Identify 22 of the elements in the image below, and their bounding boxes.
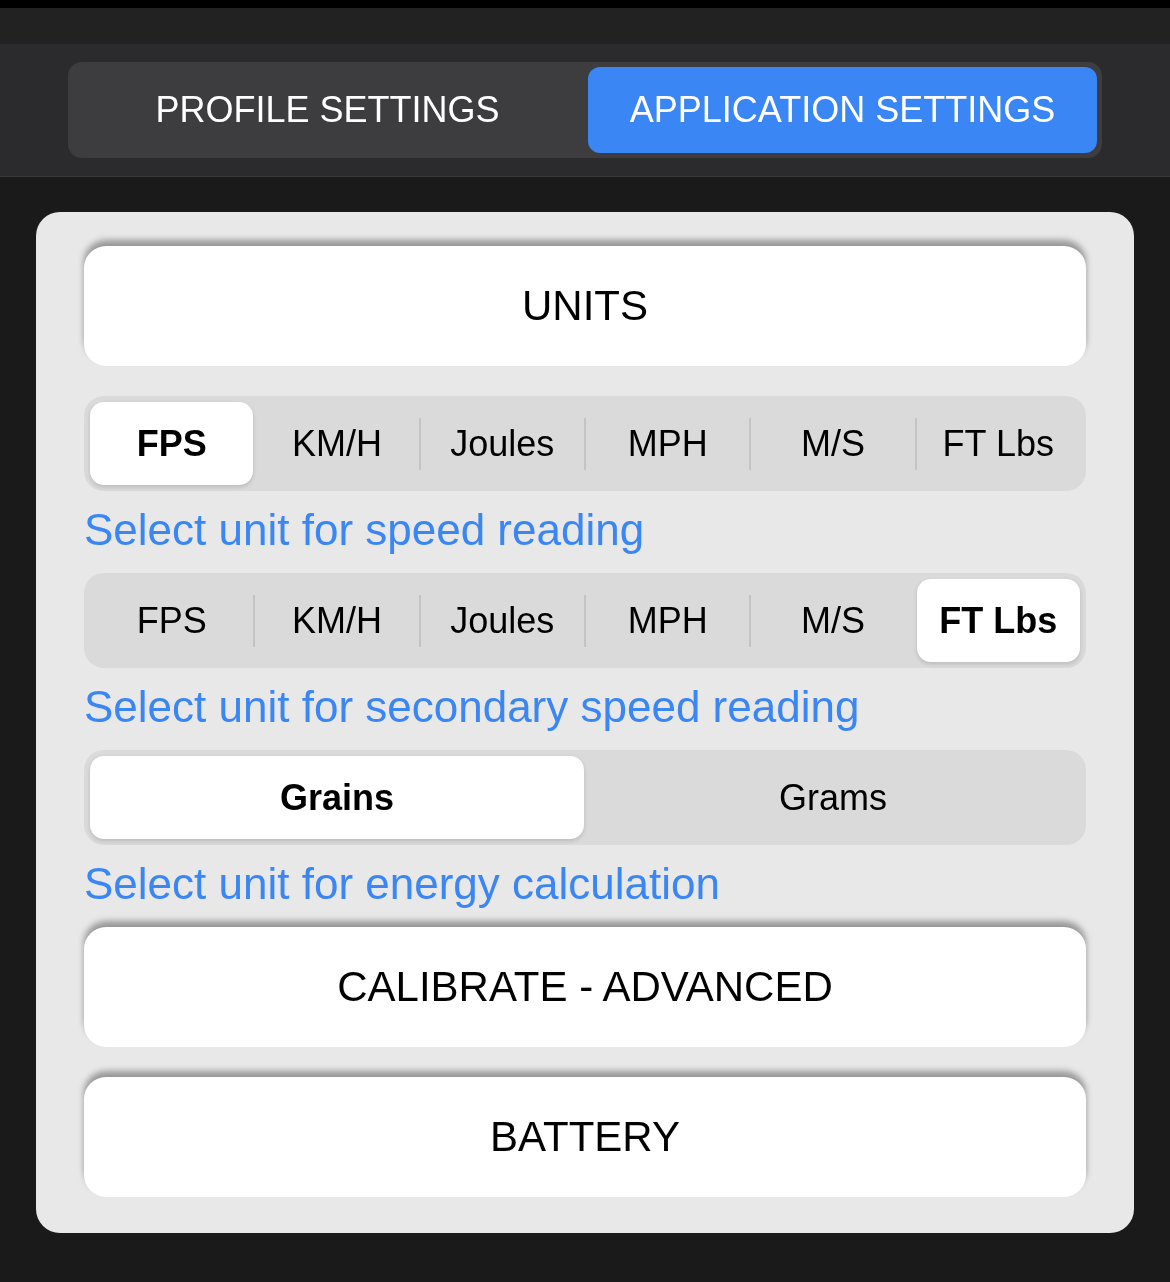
settings-tab[interactable]: PROFILE SETTINGS xyxy=(73,67,582,153)
segment-option[interactable]: FT Lbs xyxy=(916,579,1080,662)
segment-option[interactable]: KM/H xyxy=(255,579,419,662)
menu-button[interactable]: CALIBRATE - ADVANCED xyxy=(84,927,1086,1047)
segment-option[interactable]: Grams xyxy=(586,756,1080,839)
segment-option[interactable]: FT Lbs xyxy=(916,402,1080,485)
segment-option[interactable]: Grains xyxy=(90,756,584,839)
menu-button[interactable]: UNITS xyxy=(84,246,1086,366)
segment-option[interactable]: MPH xyxy=(586,402,750,485)
hint-text: Select unit for secondary speed reading xyxy=(84,682,861,732)
settings-tab[interactable]: APPLICATION SETTINGS xyxy=(588,67,1097,153)
hint-text: Select unit for speed reading xyxy=(84,505,646,555)
hint-text: Select unit for energy calculation xyxy=(84,859,721,909)
segment-option[interactable]: FPS xyxy=(90,579,254,662)
segment-option[interactable]: Joules xyxy=(420,579,584,662)
menu-button[interactable]: BATTERY xyxy=(84,1077,1086,1197)
segment-option[interactable]: M/S xyxy=(751,579,915,662)
segment-option[interactable]: KM/H xyxy=(255,402,419,485)
segment-option[interactable]: Joules xyxy=(420,402,584,485)
segment-option[interactable]: FPS xyxy=(90,402,254,485)
segment-option[interactable]: MPH xyxy=(586,579,750,662)
segment-option[interactable]: M/S xyxy=(751,402,915,485)
